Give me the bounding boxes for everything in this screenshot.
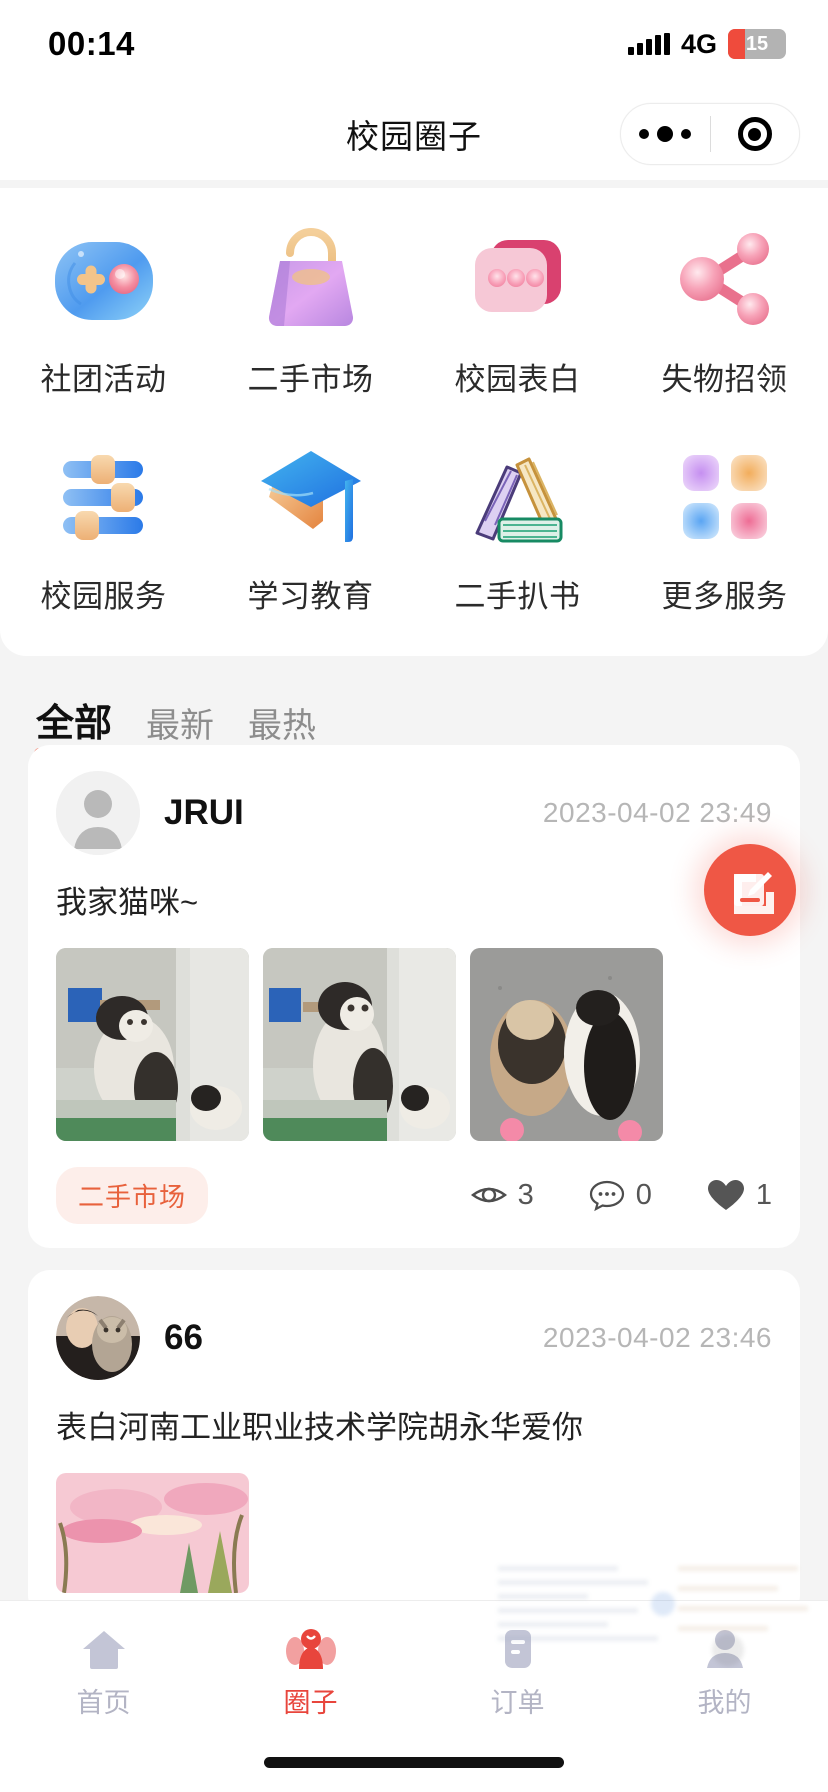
books-icon [456, 435, 580, 559]
post-image[interactable] [56, 947, 249, 1141]
tabbar-label: 圈子 [283, 1688, 338, 1718]
service-item-study-education[interactable]: 学习教育 [207, 435, 414, 616]
post-image[interactable] [470, 947, 663, 1141]
app-screen: 00:14 4G 15 校园圈子 社团活动 二手市场 校园表白 失物招领 校园服… [0, 0, 828, 1792]
post-timestamp: 2023-04-02 23:49 [542, 797, 772, 828]
avatar[interactable] [56, 771, 140, 855]
tabbar-item-home[interactable]: 首页 [0, 1627, 207, 1720]
status-indicators: 4G 15 [627, 28, 786, 60]
stat-views[interactable]: 3 [470, 1179, 534, 1212]
service-item-second-hand-market[interactable]: 二手市场 [207, 218, 414, 399]
person-placeholder-icon [56, 771, 140, 855]
order-list-icon [504, 1630, 531, 1668]
service-label: 校园表白 [454, 362, 581, 397]
service-label: 失物招领 [661, 362, 788, 397]
community-icon [285, 1629, 336, 1669]
post-stats: 3 0 1 [470, 1178, 772, 1212]
post-card[interactable]: 66 2023-04-02 23:46 表白河南工业职业技术学院胡永华爱你 [28, 1269, 800, 1600]
post-username: JRUI [164, 793, 244, 832]
network-type-label: 4G [680, 28, 717, 59]
service-item-lost-and-found[interactable]: 失物招领 [621, 218, 828, 399]
target-circle-icon[interactable] [711, 117, 800, 151]
post-header: JRUI 2023-04-02 23:49 [56, 771, 772, 855]
tab-label: 最新 [146, 707, 215, 745]
post-images[interactable] [56, 947, 772, 1141]
nav-bar: 校园圈子 [0, 88, 828, 180]
more-dots-icon[interactable] [621, 126, 710, 142]
comment-bubble-icon [589, 1181, 624, 1212]
likes-count: 1 [755, 1178, 772, 1211]
service-item-more-services[interactable]: 更多服务 [621, 435, 828, 616]
comments-count: 0 [635, 1178, 652, 1211]
user-photo-avatar [56, 1295, 140, 1380]
stat-comments[interactable]: 0 [588, 1178, 652, 1212]
sliders-icon [42, 435, 166, 559]
service-label: 二手扒书 [454, 579, 581, 614]
service-grid-row-1: 社团活动 二手市场 校园表白 失物招领 [0, 218, 828, 399]
tab-label: 最热 [248, 707, 317, 745]
share-nodes-icon [663, 218, 787, 342]
tabbar-label: 首页 [76, 1688, 131, 1718]
bottom-tab-bar: 首页 圈子 订单 我的 [0, 1600, 828, 1792]
status-time: 00:14 [48, 25, 135, 62]
post-footer: 二手市场 3 0 1 [56, 1166, 772, 1224]
views-count: 3 [517, 1178, 534, 1211]
tabbar-item-community[interactable]: 圈子 [207, 1627, 414, 1720]
tabbar-item-orders[interactable]: 订单 [414, 1627, 621, 1720]
battery-icon: 15 [728, 29, 786, 59]
grid-squares-icon [663, 435, 787, 559]
home-indicator [264, 1757, 564, 1768]
wechat-capsule[interactable] [620, 103, 800, 165]
post-image[interactable] [56, 1472, 249, 1593]
service-label: 二手市场 [247, 362, 374, 397]
avatar[interactable] [56, 1295, 140, 1380]
gamepad-icon [42, 218, 166, 342]
eye-icon [470, 1188, 507, 1203]
chat-bubble-icon [456, 218, 580, 342]
service-label: 学习教育 [247, 579, 374, 614]
page-title: 校园圈子 [346, 118, 482, 155]
service-grid-row-2: 校园服务 学习教育 二手扒书 更多服务 [0, 435, 828, 616]
tabbar-item-profile[interactable]: 我的 [621, 1627, 828, 1720]
tabbar-label: 订单 [490, 1688, 545, 1718]
service-item-second-hand-books[interactable]: 二手扒书 [414, 435, 621, 616]
service-item-campus-service[interactable]: 校园服务 [0, 435, 207, 616]
post-card[interactable]: JRUI 2023-04-02 23:49 我家猫咪~ 二手市场 3 0 1 [28, 745, 800, 1248]
service-label: 更多服务 [661, 579, 788, 614]
post-image[interactable] [263, 947, 456, 1141]
stat-likes[interactable]: 1 [706, 1178, 772, 1212]
post-feed[interactable]: JRUI 2023-04-02 23:49 我家猫咪~ 二手市场 3 0 1 6… [0, 745, 828, 1600]
heart-icon [707, 1180, 744, 1211]
service-item-campus-confession[interactable]: 校园表白 [414, 218, 621, 399]
person-icon [706, 1630, 743, 1668]
battery-level-label: 15 [745, 32, 769, 55]
post-text: 我家猫咪~ [56, 885, 199, 920]
service-grid-card: 社团活动 二手市场 校园表白 失物招领 校园服务 学习教育 二手扒书 更多服务 [0, 188, 828, 656]
tab-label: 全部 [36, 703, 113, 745]
compose-post-button[interactable] [704, 844, 796, 936]
service-label: 社团活动 [40, 362, 167, 397]
post-timestamp: 2023-04-02 23:46 [542, 1321, 772, 1353]
post-category-tag[interactable]: 二手市场 [56, 1166, 209, 1224]
compose-edit-icon [734, 872, 774, 914]
service-label: 校园服务 [40, 579, 167, 614]
post-header: 66 2023-04-02 23:46 [56, 1295, 772, 1380]
post-text: 表白河南工业职业技术学院胡永华爱你 [56, 1409, 583, 1445]
status-bar: 00:14 4G 15 [0, 0, 828, 88]
handbag-icon [249, 218, 373, 342]
signal-bars-icon [627, 33, 670, 55]
post-username: 66 [164, 1317, 203, 1357]
home-icon [82, 1631, 125, 1669]
tabbar-label: 我的 [697, 1688, 752, 1718]
graduation-cap-icon [249, 435, 373, 559]
service-item-club-activity[interactable]: 社团活动 [0, 218, 207, 399]
